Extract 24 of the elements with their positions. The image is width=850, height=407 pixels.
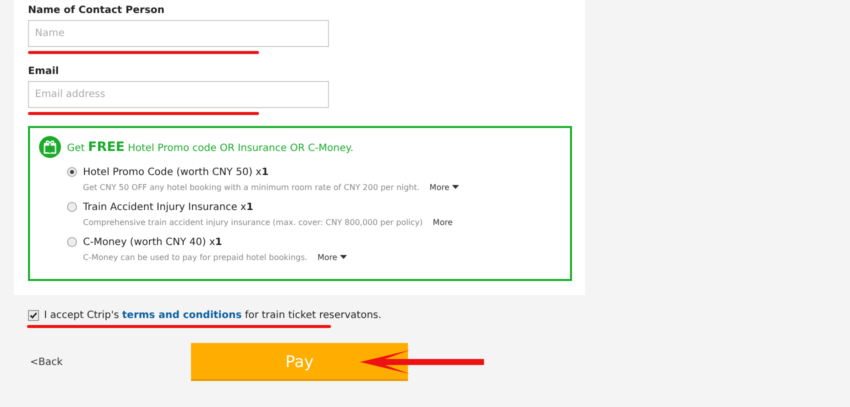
option-label: C-Money (worth CNY 40) x1 <box>83 236 222 248</box>
back-link[interactable]: <Back <box>30 356 191 368</box>
more-link[interactable]: More <box>432 218 453 226</box>
terms-link[interactable]: terms and conditions <box>122 310 242 320</box>
caret-icon <box>452 185 460 189</box>
terms-text: I accept Ctrip's terms and conditions for train ticket reservatons. <box>44 310 382 320</box>
radio-button[interactable] <box>67 202 77 212</box>
radio-button[interactable] <box>67 167 77 177</box>
field-label: Name of Contact Person <box>28 4 166 18</box>
option-description: C-Money can be used to pay for prepaid hotel bookings. <box>83 252 308 262</box>
more-link[interactable]: More <box>317 252 348 262</box>
field-label: Email <box>28 65 60 79</box>
email-field[interactable]: Email address <box>28 81 329 108</box>
option-description: Get CNY 50 OFF any hotel booking with a minimum room rate of CNY 200 per night. <box>83 182 420 192</box>
name-field[interactable]: Name <box>28 20 329 47</box>
caret-icon <box>340 255 348 259</box>
more-link[interactable]: More <box>430 182 460 192</box>
option-label: Train Accident Injury Insurance x1 <box>83 202 254 212</box>
option-description: Comprehensive train accident injury insurance (max. cover: CNY 800,000 per policy) <box>83 218 423 226</box>
option-label: Hotel Promo Code (worth CNY 50) x1 <box>83 166 269 178</box>
promo-title: Get FREE Hotel Promo code OR Insurance OR C-Money. <box>67 140 354 154</box>
checkbox[interactable] <box>28 310 39 320</box>
radio-button[interactable] <box>67 237 77 247</box>
gift-icon <box>39 136 61 158</box>
